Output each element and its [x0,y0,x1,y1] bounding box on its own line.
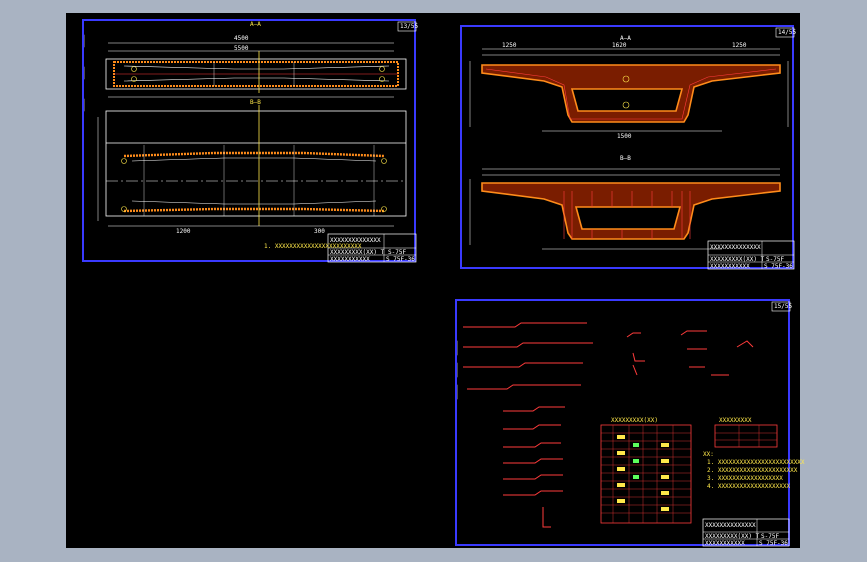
sheet-number: 14/55 [778,29,797,36]
title-block-code: S-75F [388,249,407,256]
dimension-label: 1250 [732,42,747,49]
title-block-number: S 75F-36 [759,540,788,547]
dimension-label: 4500 [234,35,249,42]
note-heading: XX: [703,451,714,458]
sheet-13-graphics [84,21,417,263]
title-block-designer: XXXXXXXXXXX [330,256,370,263]
title-block-code: S-75F [766,256,785,263]
dimension-label: 1500 [617,133,632,140]
drawing-sheet-15[interactable]: 15/55 XXXXXXXXX(XX) XXXXXXXXX XX: 1. XXX… [455,299,805,547]
drawing-sheet-14[interactable]: 14/55 A—A B—B 1250 1620 1500 1250 XXXXXX… [460,25,797,270]
title-block-project: XXXXXXXXXXXXXX [710,244,761,251]
sheet-number: 15/55 [774,303,793,310]
section-mark: A—A [620,35,631,42]
drawing-sheet-13[interactable]: 13/55 A—A B—B 5500 4500 1200 300 1. XXXX… [82,19,419,263]
dimension-label: 300 [314,228,325,235]
title-block-drawing-title: XXXXXXXXX(XX) T [330,249,385,256]
cad-model-space[interactable]: 13/55 A—A B—B 5500 4500 1200 300 1. XXXX… [66,13,805,548]
title-block-drawing-title: XXXXXXXXX(XX) T [705,533,760,540]
dimension-label: 1250 [502,42,517,49]
drawing-note: 4. XXXXXXXXXXXXXXXXXXXX [707,483,791,490]
drawing-note: 2. XXXXXXXXXXXXXXXXXXXXXX [707,467,798,474]
table-title: XXXXXXXXX [719,417,752,424]
title-block-project: XXXXXXXXXXXXXX [330,237,381,244]
title-block-code: S-75F [761,533,780,540]
table-title: XXXXXXXXX(XX) [611,417,658,424]
sheet-number: 13/55 [400,23,419,30]
sheet-15-graphics [457,301,791,547]
title-block-project: XXXXXXXXXXXXXX [705,522,756,529]
dimension-label: 1200 [176,228,191,235]
dimension-label: 1620 [612,42,627,49]
title-block-designer: XXXXXXXXXXX [705,540,745,547]
title-block-drawing-title: XXXXXXXXX(XX) T [710,256,765,263]
sheet-14-graphics [469,27,795,270]
drawing-note: 1. XXXXXXXXXXXXXXXXXXXXXXXX [707,459,805,466]
title-block-number: S 75F-36 [386,256,415,263]
section-mark: B—B [250,99,261,106]
title-block-designer: XXXXXXXXXXX [710,263,750,270]
section-mark: A—A [250,21,261,28]
section-mark: B—B [620,155,631,162]
dimension-label: 5500 [234,45,249,52]
drawing-note: 3. XXXXXXXXXXXXXXXXXX [707,475,783,482]
title-block-number: S 75F-36 [764,263,793,270]
